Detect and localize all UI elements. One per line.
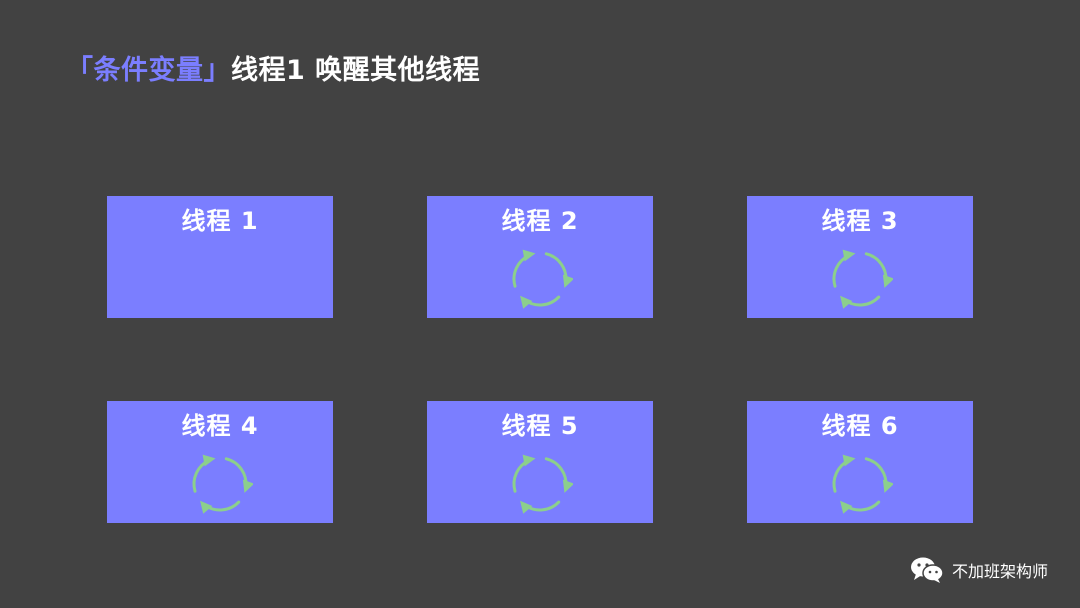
footer-brand: 不加班架构师	[910, 556, 1048, 584]
thread-label: 线程 5	[501, 412, 579, 440]
refresh-cycle-icon	[832, 454, 893, 514]
thread-box-2: 线程 2	[427, 196, 653, 318]
title-highlight: 「条件变量」	[66, 55, 231, 86]
wechat-icon	[910, 557, 944, 583]
thread-label: 线程 3	[821, 207, 899, 235]
refresh-cycle-icon	[512, 454, 573, 514]
footer-text: 不加班架构师	[951, 562, 1048, 581]
thread-box-5: 线程 5	[427, 401, 653, 523]
refresh-cycle-icon	[512, 249, 573, 309]
thread-label: 线程 4	[181, 412, 259, 440]
thread-label: 线程 2	[501, 207, 579, 235]
thread-label: 线程 1	[181, 207, 259, 235]
thread-box-4: 线程 4	[107, 401, 333, 523]
refresh-cycle-icon	[832, 249, 893, 309]
thread-box-1: 线程 1	[107, 196, 333, 318]
thread-box-6: 线程 6	[747, 401, 973, 523]
thread-label: 线程 6	[821, 412, 899, 440]
thread-box-3: 线程 3	[747, 196, 973, 318]
title-text: 线程1 唤醒其他线程	[231, 55, 481, 86]
refresh-cycle-icon	[192, 454, 253, 514]
slide-title: 「条件变量」线程1 唤醒其他线程	[66, 48, 480, 87]
